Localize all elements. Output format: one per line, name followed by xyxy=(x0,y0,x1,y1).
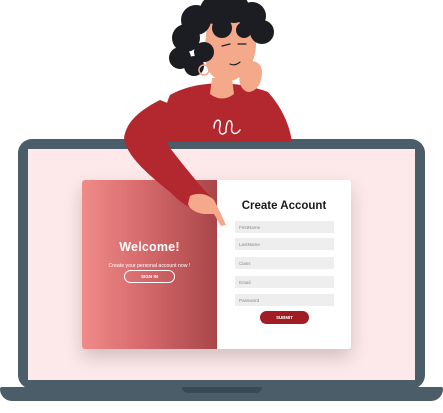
first-name-field[interactable] xyxy=(235,221,334,233)
submit-button[interactable]: SUBMIT xyxy=(260,311,309,324)
email-field[interactable] xyxy=(235,276,334,288)
sign-in-button[interactable]: SIGN IN xyxy=(124,270,175,283)
curly-hair xyxy=(169,0,274,76)
password-field[interactable] xyxy=(235,294,334,306)
mouth xyxy=(229,61,241,66)
right-arm xyxy=(250,94,292,142)
class-field[interactable] xyxy=(235,257,334,269)
welcome-title: Welcome! xyxy=(119,240,180,254)
shirt-logo xyxy=(213,119,241,135)
earring xyxy=(198,64,210,76)
neck xyxy=(210,78,234,99)
eye-left xyxy=(221,43,231,47)
last-name-field[interactable] xyxy=(235,238,334,250)
shirt-torso xyxy=(160,83,292,142)
laptop-notch xyxy=(182,387,262,393)
form-title: Create Account xyxy=(241,200,327,212)
face xyxy=(204,14,257,82)
welcome-subtitle: Create your personal account now ! xyxy=(108,263,191,269)
signup-card: Welcome! Create your personal account no… xyxy=(82,180,351,349)
hand-on-cheek xyxy=(239,61,262,92)
